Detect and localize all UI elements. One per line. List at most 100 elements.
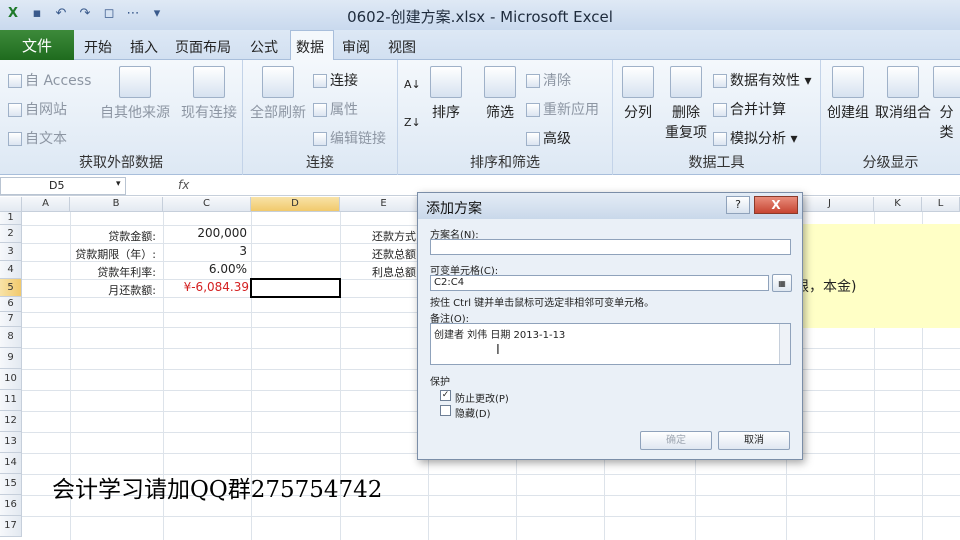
collapse-range-button[interactable]: ▦ bbox=[772, 274, 792, 292]
row-header[interactable]: 7 bbox=[0, 312, 22, 327]
advanced-filter-icon bbox=[526, 132, 540, 146]
subtotal-button[interactable]: 分类 bbox=[933, 66, 960, 142]
what-if-icon bbox=[713, 132, 727, 146]
name-box[interactable]: D5 bbox=[0, 177, 126, 195]
sort-desc-button[interactable]: Z↓ bbox=[404, 116, 421, 129]
redo-icon[interactable]: ↷ bbox=[76, 4, 94, 22]
ctrl-hint-text: 按住 Ctrl 键并单击鼠标可选定非相邻可变单元格。 bbox=[430, 298, 655, 309]
select-all-corner[interactable] bbox=[0, 197, 22, 212]
connections-icon bbox=[313, 74, 327, 88]
refresh-all-button[interactable]: 全部刷新 bbox=[247, 66, 309, 122]
remove-duplicates-button[interactable]: 删除 重复项 bbox=[663, 66, 709, 142]
cell-b3[interactable]: 贷款期限（年）: bbox=[70, 246, 156, 262]
advanced-filter-button[interactable]: 高级 bbox=[526, 128, 571, 148]
select-icon[interactable]: ⋯ bbox=[124, 4, 142, 22]
sort-asc-button[interactable]: A↓ bbox=[404, 78, 421, 91]
tab-home[interactable]: 开始 bbox=[84, 37, 112, 57]
undo-icon[interactable]: ↶ bbox=[52, 4, 70, 22]
cell-b5[interactable]: 月还款额: bbox=[70, 282, 156, 298]
tab-review[interactable]: 审阅 bbox=[342, 37, 370, 57]
column-header[interactable]: A bbox=[22, 197, 70, 212]
text-to-columns-button[interactable]: 分列 bbox=[617, 66, 659, 122]
row-header[interactable]: 14 bbox=[0, 453, 22, 474]
print-preview-icon[interactable]: ◻ bbox=[100, 4, 118, 22]
cell-e2[interactable]: 还款方式 bbox=[372, 228, 416, 244]
add-scenario-dialog: 添加方案 ? X 方案名(N): 可变单元格(C): C2:C4 ▦ 按住 Ct… bbox=[417, 192, 803, 460]
tab-file[interactable]: 文件 bbox=[0, 30, 74, 60]
active-cell-d5[interactable] bbox=[250, 278, 341, 298]
from-text-button[interactable]: 自文本 bbox=[8, 128, 67, 148]
row-header[interactable]: 5 bbox=[0, 279, 22, 297]
what-if-analysis-button[interactable]: 模拟分析 ▾ bbox=[713, 128, 797, 148]
tab-formulas[interactable]: 公式 bbox=[250, 37, 278, 57]
row-header[interactable]: 13 bbox=[0, 432, 22, 453]
row-header[interactable]: 11 bbox=[0, 390, 22, 411]
row-header[interactable]: 8 bbox=[0, 327, 22, 348]
consolidate-button[interactable]: 合并计算 bbox=[713, 99, 786, 119]
cell-c2[interactable]: 200,000 bbox=[163, 226, 247, 240]
group-button[interactable]: 创建组 bbox=[825, 66, 871, 122]
cancel-button[interactable]: 取消 bbox=[718, 431, 790, 450]
column-header[interactable]: E bbox=[340, 197, 428, 212]
name-box-dropdown-icon[interactable]: ▾ bbox=[116, 179, 121, 189]
refresh-icon bbox=[262, 66, 294, 98]
row-header[interactable]: 15 bbox=[0, 474, 22, 495]
ungroup-button[interactable]: 取消组合 bbox=[873, 66, 933, 122]
from-access-button[interactable]: 自 Access bbox=[8, 70, 91, 90]
scenario-name-input[interactable] bbox=[430, 239, 791, 255]
row-header[interactable]: 17 bbox=[0, 516, 22, 537]
cell-c4[interactable]: 6.00% bbox=[163, 262, 247, 276]
tab-page-layout[interactable]: 页面布局 bbox=[175, 37, 231, 57]
cell-b4[interactable]: 贷款年利率: bbox=[70, 264, 156, 280]
cell-c5[interactable]: ¥-6,084.39 bbox=[163, 280, 249, 294]
clear-button[interactable]: 清除 bbox=[526, 70, 571, 90]
changing-cells-input[interactable]: C2:C4 bbox=[430, 275, 769, 291]
existing-connections-button[interactable]: 现有连接 bbox=[178, 66, 240, 122]
row-header[interactable]: 6 bbox=[0, 297, 22, 312]
prevent-changes-checkbox[interactable]: ✓ bbox=[440, 390, 451, 401]
row-header[interactable]: 4 bbox=[0, 261, 22, 279]
properties-button[interactable]: 属性 bbox=[313, 99, 358, 119]
cell-e3[interactable]: 还款总额 bbox=[372, 246, 416, 262]
comment-scrollbar[interactable] bbox=[779, 324, 790, 364]
comment-textarea[interactable]: 创建者 刘伟 日期 2013-1-13 bbox=[430, 323, 791, 365]
row-header[interactable]: 16 bbox=[0, 495, 22, 516]
row-header[interactable]: 9 bbox=[0, 348, 22, 369]
edit-links-icon bbox=[313, 132, 327, 146]
cell-c3[interactable]: 3 bbox=[163, 244, 247, 258]
row-header[interactable]: 2 bbox=[0, 225, 22, 243]
row-header[interactable]: 3 bbox=[0, 243, 22, 261]
ok-button[interactable]: 确定 bbox=[640, 431, 712, 450]
edit-links-button[interactable]: 编辑链接 bbox=[313, 128, 386, 148]
tab-insert[interactable]: 插入 bbox=[130, 37, 158, 57]
group-outline: 创建组 取消组合 分类 分级显示 bbox=[821, 60, 960, 175]
sort-button[interactable]: 排序 bbox=[426, 66, 466, 122]
from-other-sources-button[interactable]: 自其他来源 bbox=[96, 66, 174, 122]
save-icon[interactable]: ▪ bbox=[28, 4, 46, 22]
row-header[interactable]: 12 bbox=[0, 411, 22, 432]
cell-b2[interactable]: 贷款金额: bbox=[70, 228, 156, 244]
column-header[interactable]: C bbox=[163, 197, 251, 212]
row-header[interactable]: 1 bbox=[0, 212, 22, 225]
tab-data[interactable]: 数据 bbox=[296, 37, 324, 57]
filter-button[interactable]: 筛选 bbox=[480, 66, 520, 122]
column-header[interactable]: B bbox=[70, 197, 163, 212]
column-header[interactable]: K bbox=[874, 197, 922, 212]
excel-logo-icon: X bbox=[7, 5, 19, 21]
tab-view[interactable]: 视图 bbox=[388, 37, 416, 57]
fx-icon[interactable]: fx bbox=[178, 178, 189, 192]
connections-button[interactable]: 连接 bbox=[313, 70, 358, 90]
data-validation-button[interactable]: 数据有效性 ▾ bbox=[713, 70, 811, 90]
qat-dropdown-icon[interactable]: ▾ bbox=[148, 4, 166, 22]
column-header[interactable]: D bbox=[251, 197, 340, 212]
hide-checkbox[interactable] bbox=[440, 405, 451, 416]
sort-icon bbox=[430, 66, 462, 98]
column-header[interactable]: L bbox=[922, 197, 960, 212]
web-icon bbox=[8, 103, 22, 117]
help-button[interactable]: ? bbox=[726, 196, 750, 214]
close-button[interactable]: X bbox=[754, 196, 798, 214]
from-web-button[interactable]: 自网站 bbox=[8, 99, 67, 119]
cell-e4[interactable]: 利息总额 bbox=[372, 264, 416, 280]
row-header[interactable]: 10 bbox=[0, 369, 22, 390]
reapply-button[interactable]: 重新应用 bbox=[526, 99, 599, 119]
